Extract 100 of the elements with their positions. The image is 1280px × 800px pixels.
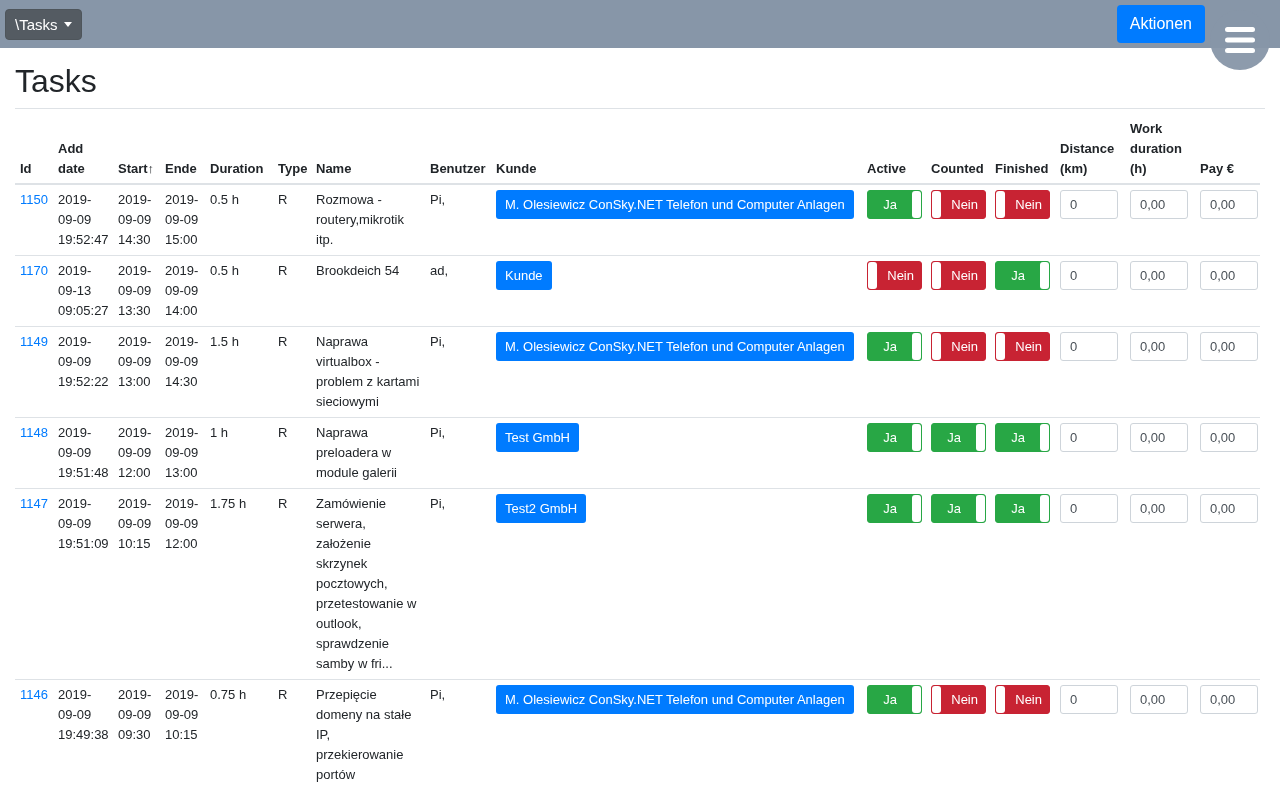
table-cell: R: [278, 192, 288, 207]
table-cell: 1.5 h: [210, 334, 239, 349]
toggle-switch[interactable]: Ja: [931, 494, 986, 523]
toggle-switch[interactable]: Ja: [867, 190, 922, 219]
toggle-switch[interactable]: Ja: [931, 423, 986, 452]
table-cell: 2019-09-09 15:00: [165, 192, 199, 247]
table-cell: 2019-09-13 09:05:27: [58, 263, 109, 318]
column-header: Benutzer: [430, 161, 486, 176]
column-header: Work duration (h): [1130, 121, 1182, 176]
table-cell: 2019-09-09 14:30: [118, 192, 152, 247]
column-header: Id: [20, 161, 32, 176]
toggle-switch[interactable]: Nein: [995, 685, 1050, 714]
column-header: Distance (km): [1060, 141, 1115, 176]
input-field[interactable]: 0: [1060, 494, 1118, 523]
toggle-switch[interactable]: Ja: [867, 494, 922, 523]
table-cell: Brookdeich 54: [316, 263, 400, 278]
table-cell: Rozmowa - routery,mikrotik itp.: [316, 192, 404, 247]
toggle-switch[interactable]: Ja: [995, 261, 1050, 290]
toggle-switch[interactable]: Ja: [867, 685, 922, 714]
table-cell: 2019-09-09 13:00: [118, 334, 152, 389]
table-cell: 2019-09-09 09:30: [118, 687, 152, 742]
toggle-switch[interactable]: Ja: [867, 332, 922, 361]
table-cell: 2019-09-09 13:30: [118, 263, 152, 318]
input-field[interactable]: 0,00: [1130, 190, 1188, 219]
customer-button[interactable]: M. Olesiewicz ConSky.NET Telefon und Computer Anlagen: [496, 190, 854, 219]
input-field[interactable]: 0,00: [1130, 494, 1188, 523]
table-cell: 0.5 h: [210, 263, 239, 278]
table-cell: Pi,: [430, 687, 446, 702]
column-header: Start↑: [118, 161, 155, 176]
task-id-link[interactable]: 1147: [20, 496, 48, 511]
table-cell: 2019-09-09 10:15: [165, 687, 199, 742]
input-field[interactable]: 0: [1060, 685, 1118, 714]
column-header: Finished: [995, 161, 1049, 176]
table-cell: Pi,: [430, 334, 446, 349]
column-header: Name: [316, 161, 352, 176]
table-cell: 2019-09-09 19:51:48: [58, 425, 109, 480]
actions-button[interactable]: Aktionen: [1116, 5, 1205, 43]
input-field[interactable]: 0,00: [1200, 685, 1258, 714]
table-cell: Przepięcie domeny na stałe IP, przekierowanie portów: [316, 687, 412, 782]
input-field[interactable]: 0,00: [1200, 261, 1258, 290]
input-field[interactable]: 0,00: [1130, 261, 1188, 290]
column-header: Counted: [931, 161, 984, 176]
toggle-switch[interactable]: Nein: [931, 190, 986, 219]
table-cell: Naprawa preloadera w module galerii: [316, 425, 397, 480]
table-cell: 0.75 h: [210, 687, 247, 702]
task-id-link[interactable]: 1150: [20, 192, 48, 207]
input-field[interactable]: 0: [1060, 190, 1118, 219]
column-header: Duration: [210, 161, 264, 176]
task-id-link[interactable]: 1148: [20, 425, 48, 440]
menu-icon: [1224, 26, 1256, 54]
toggle-switch[interactable]: Ja: [995, 423, 1050, 452]
table-cell: Pi,: [430, 192, 446, 207]
toggle-switch[interactable]: Ja: [995, 494, 1050, 523]
table-cell: 2019-09-09 19:49:38: [58, 687, 109, 742]
toggle-switch[interactable]: Nein: [867, 261, 922, 290]
column-header: Pay €: [1200, 161, 1234, 176]
toggle-switch[interactable]: Nein: [931, 261, 986, 290]
toggle-switch[interactable]: Nein: [931, 332, 986, 361]
customer-button[interactable]: Test GmbH: [496, 423, 579, 452]
toggle-switch[interactable]: Ja: [867, 423, 922, 452]
column-header: Kunde: [496, 161, 537, 176]
toggle-switch[interactable]: Nein: [931, 685, 986, 714]
input-field[interactable]: 0,00: [1130, 423, 1188, 452]
input-field[interactable]: 0,00: [1200, 332, 1258, 361]
column-header: Type: [278, 161, 308, 176]
toggle-switch[interactable]: Nein: [995, 332, 1050, 361]
table-cell: 2019-09-09 13:00: [165, 425, 199, 480]
table-cell: 2019-09-09 14:30: [165, 334, 199, 389]
table-cell: 2019-09-09 19:51:09: [58, 496, 109, 551]
tasks-dropdown[interactable]: \Tasks: [5, 8, 82, 40]
input-field[interactable]: 0: [1060, 332, 1118, 361]
page-title: Tasks: [15, 62, 98, 100]
input-field[interactable]: 0,00: [1200, 494, 1258, 523]
table-cell: 1.75 h: [210, 496, 247, 511]
table-cell: 0.5 h: [210, 192, 239, 207]
customer-button[interactable]: M. Olesiewicz ConSky.NET Telefon und Computer Anlagen: [496, 685, 854, 714]
task-id-link[interactable]: 1146: [20, 687, 48, 702]
input-field[interactable]: 0: [1060, 261, 1118, 290]
input-field[interactable]: 0,00: [1200, 190, 1258, 219]
table-cell: R: [278, 687, 288, 702]
input-field[interactable]: 0,00: [1130, 685, 1188, 714]
column-header: Active: [867, 161, 907, 176]
customer-button[interactable]: Kunde: [496, 261, 552, 290]
input-field[interactable]: 0,00: [1200, 423, 1258, 452]
customer-button[interactable]: Test2 GmbH: [496, 494, 587, 523]
task-id-link[interactable]: 1170: [20, 263, 48, 278]
task-id-link[interactable]: 1149: [20, 334, 48, 349]
toggle-switch[interactable]: Nein: [995, 190, 1050, 219]
table-cell: Pi,: [430, 425, 446, 440]
table-cell: Naprawa virtualbox - problem z kartami sieciowymi: [316, 334, 420, 409]
customer-button[interactable]: M. Olesiewicz ConSky.NET Telefon und Computer Anlagen: [496, 332, 854, 361]
table-cell: 2019-09-09 10:15: [118, 496, 152, 551]
table-cell: 2019-09-09 14:00: [165, 263, 199, 318]
table-cell: 2019-09-09 12:00: [165, 496, 199, 551]
table-cell: 1 h: [210, 425, 229, 440]
input-field[interactable]: 0,00: [1130, 332, 1188, 361]
table-cell: 2019-09-09 12:00: [118, 425, 152, 480]
table-cell: R: [278, 496, 288, 511]
input-field[interactable]: 0: [1060, 423, 1118, 452]
column-header: Ende: [165, 161, 197, 176]
